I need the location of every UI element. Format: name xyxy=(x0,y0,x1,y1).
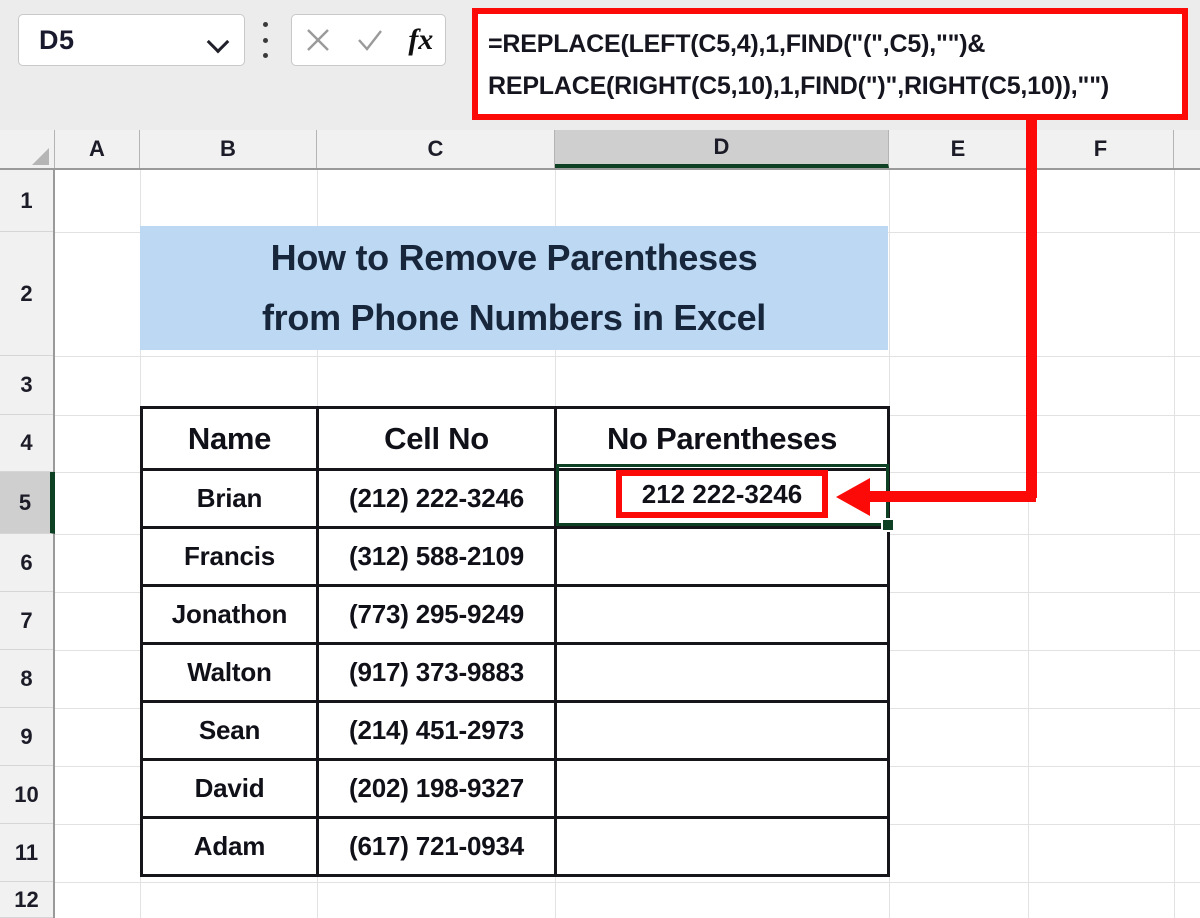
table-header-row: Name Cell No No Parentheses xyxy=(140,406,890,471)
enter-check-icon[interactable] xyxy=(355,26,385,54)
column-header-a[interactable]: A xyxy=(55,130,140,168)
row-header-11[interactable]: 11 xyxy=(0,824,53,882)
table-row: Sean (214) 451-2973 xyxy=(140,700,890,761)
callout-connector-vertical xyxy=(1026,118,1037,498)
formula-line-2: REPLACE(RIGHT(C5,10),1,FIND(")",RIGHT(C5… xyxy=(488,72,1109,100)
title-line-2: from Phone Numbers in Excel xyxy=(261,297,767,338)
fx-insert-function-icon[interactable]: fx xyxy=(408,25,433,55)
cell-name[interactable]: David xyxy=(140,758,319,819)
select-all-triangle-icon xyxy=(32,148,49,165)
row-header-4[interactable]: 4 xyxy=(0,415,53,472)
cell-name[interactable]: Adam xyxy=(140,816,319,877)
cell-result[interactable] xyxy=(554,758,890,819)
formula-input-highlight[interactable]: =REPLACE(LEFT(C5,4),1,FIND("(",C5),"")& … xyxy=(472,8,1188,120)
column-header-d[interactable]: D xyxy=(555,130,889,168)
column-header-f[interactable]: F xyxy=(1028,130,1174,168)
cell-result[interactable] xyxy=(554,526,890,587)
cell-phone[interactable]: (214) 451-2973 xyxy=(316,700,557,761)
row-header-2[interactable]: 2 xyxy=(0,232,53,356)
row-header-10[interactable]: 10 xyxy=(0,766,53,824)
cell-name[interactable]: Brian xyxy=(140,468,319,529)
row-header-5[interactable]: 5 xyxy=(0,472,55,534)
row-header-9[interactable]: 9 xyxy=(0,708,53,766)
cell-result[interactable] xyxy=(554,700,890,761)
formula-bar-strip: D5 fx =REPLACE(LEFT(C5,4),1,FIND("(",C5)… xyxy=(0,0,1200,130)
row-header-3[interactable]: 3 xyxy=(0,356,53,415)
cell-name[interactable]: Walton xyxy=(140,642,319,703)
row-header-7[interactable]: 7 xyxy=(0,592,53,650)
row-header-12[interactable]: 12 xyxy=(0,882,53,918)
table-row: David (202) 198-9327 xyxy=(140,758,890,819)
table-row: Walton (917) 373-9883 xyxy=(140,642,890,703)
column-header-name: Name xyxy=(140,406,319,471)
callout-connector-horizontal xyxy=(868,491,1036,502)
kebab-dot xyxy=(262,53,268,58)
cell-result[interactable] xyxy=(554,816,890,877)
row-header-column: 1 2 3 4 5 6 7 8 9 10 11 12 xyxy=(0,170,55,918)
name-box[interactable]: D5 xyxy=(18,14,245,66)
result-value-highlight: 212 222-3246 xyxy=(616,470,828,518)
kebab-dot xyxy=(262,22,268,27)
cell-phone[interactable]: (202) 198-9327 xyxy=(316,758,557,819)
cell-phone[interactable]: (212) 222-3246 xyxy=(316,468,557,529)
gridline-vertical xyxy=(1174,170,1175,918)
excel-screenshot: D5 fx =REPLACE(LEFT(C5,4),1,FIND("(",C5)… xyxy=(0,0,1200,918)
table-row: Jonathon (773) 295-9249 xyxy=(140,584,890,645)
cell-phone[interactable]: (617) 721-0934 xyxy=(316,816,557,877)
formula-action-buttons: fx xyxy=(291,14,446,66)
cancel-x-icon[interactable] xyxy=(304,26,332,54)
cell-name[interactable]: Sean xyxy=(140,700,319,761)
column-header-no-parentheses: No Parentheses xyxy=(554,406,890,471)
cell-name[interactable]: Jonathon xyxy=(140,584,319,645)
table-row: Adam (617) 721-0934 xyxy=(140,816,890,877)
table-body: Brian(212) 222-3246 212 222-3246 Francis(3… xyxy=(140,468,890,877)
row-header-8[interactable]: 8 xyxy=(0,650,53,708)
column-header-row: ABCDEF xyxy=(0,130,1200,170)
cell-phone[interactable]: (312) 588-2109 xyxy=(316,526,557,587)
formula-line-1: =REPLACE(LEFT(C5,4),1,FIND("(",C5),"")& xyxy=(488,30,986,58)
column-header-e[interactable]: E xyxy=(889,130,1028,168)
cell-result[interactable] xyxy=(554,642,890,703)
more-options-icon[interactable] xyxy=(261,22,269,58)
cell-name[interactable]: Francis xyxy=(140,526,319,587)
cell-result[interactable] xyxy=(554,584,890,645)
column-header-b[interactable]: B xyxy=(140,130,317,168)
row-header-6[interactable]: 6 xyxy=(0,534,53,592)
cell-phone[interactable]: (773) 295-9249 xyxy=(316,584,557,645)
left-arrow-icon xyxy=(836,478,870,516)
gridline-horizontal xyxy=(55,882,1200,883)
select-all-button[interactable] xyxy=(0,130,55,168)
title-banner: How to Remove Parentheses from Phone Num… xyxy=(140,226,888,350)
name-box-value: D5 xyxy=(39,24,75,55)
chevron-down-icon[interactable] xyxy=(208,34,230,47)
column-header-cell-no: Cell No xyxy=(316,406,557,471)
column-header-c[interactable]: C xyxy=(317,130,555,168)
cell-phone[interactable]: (917) 373-9883 xyxy=(316,642,557,703)
table-row: Francis (312) 588-2109 xyxy=(140,526,890,587)
kebab-dot xyxy=(262,37,268,43)
fill-handle[interactable] xyxy=(881,518,895,532)
title-line-1: How to Remove Parentheses xyxy=(270,237,758,278)
row-header-1[interactable]: 1 xyxy=(0,170,53,232)
